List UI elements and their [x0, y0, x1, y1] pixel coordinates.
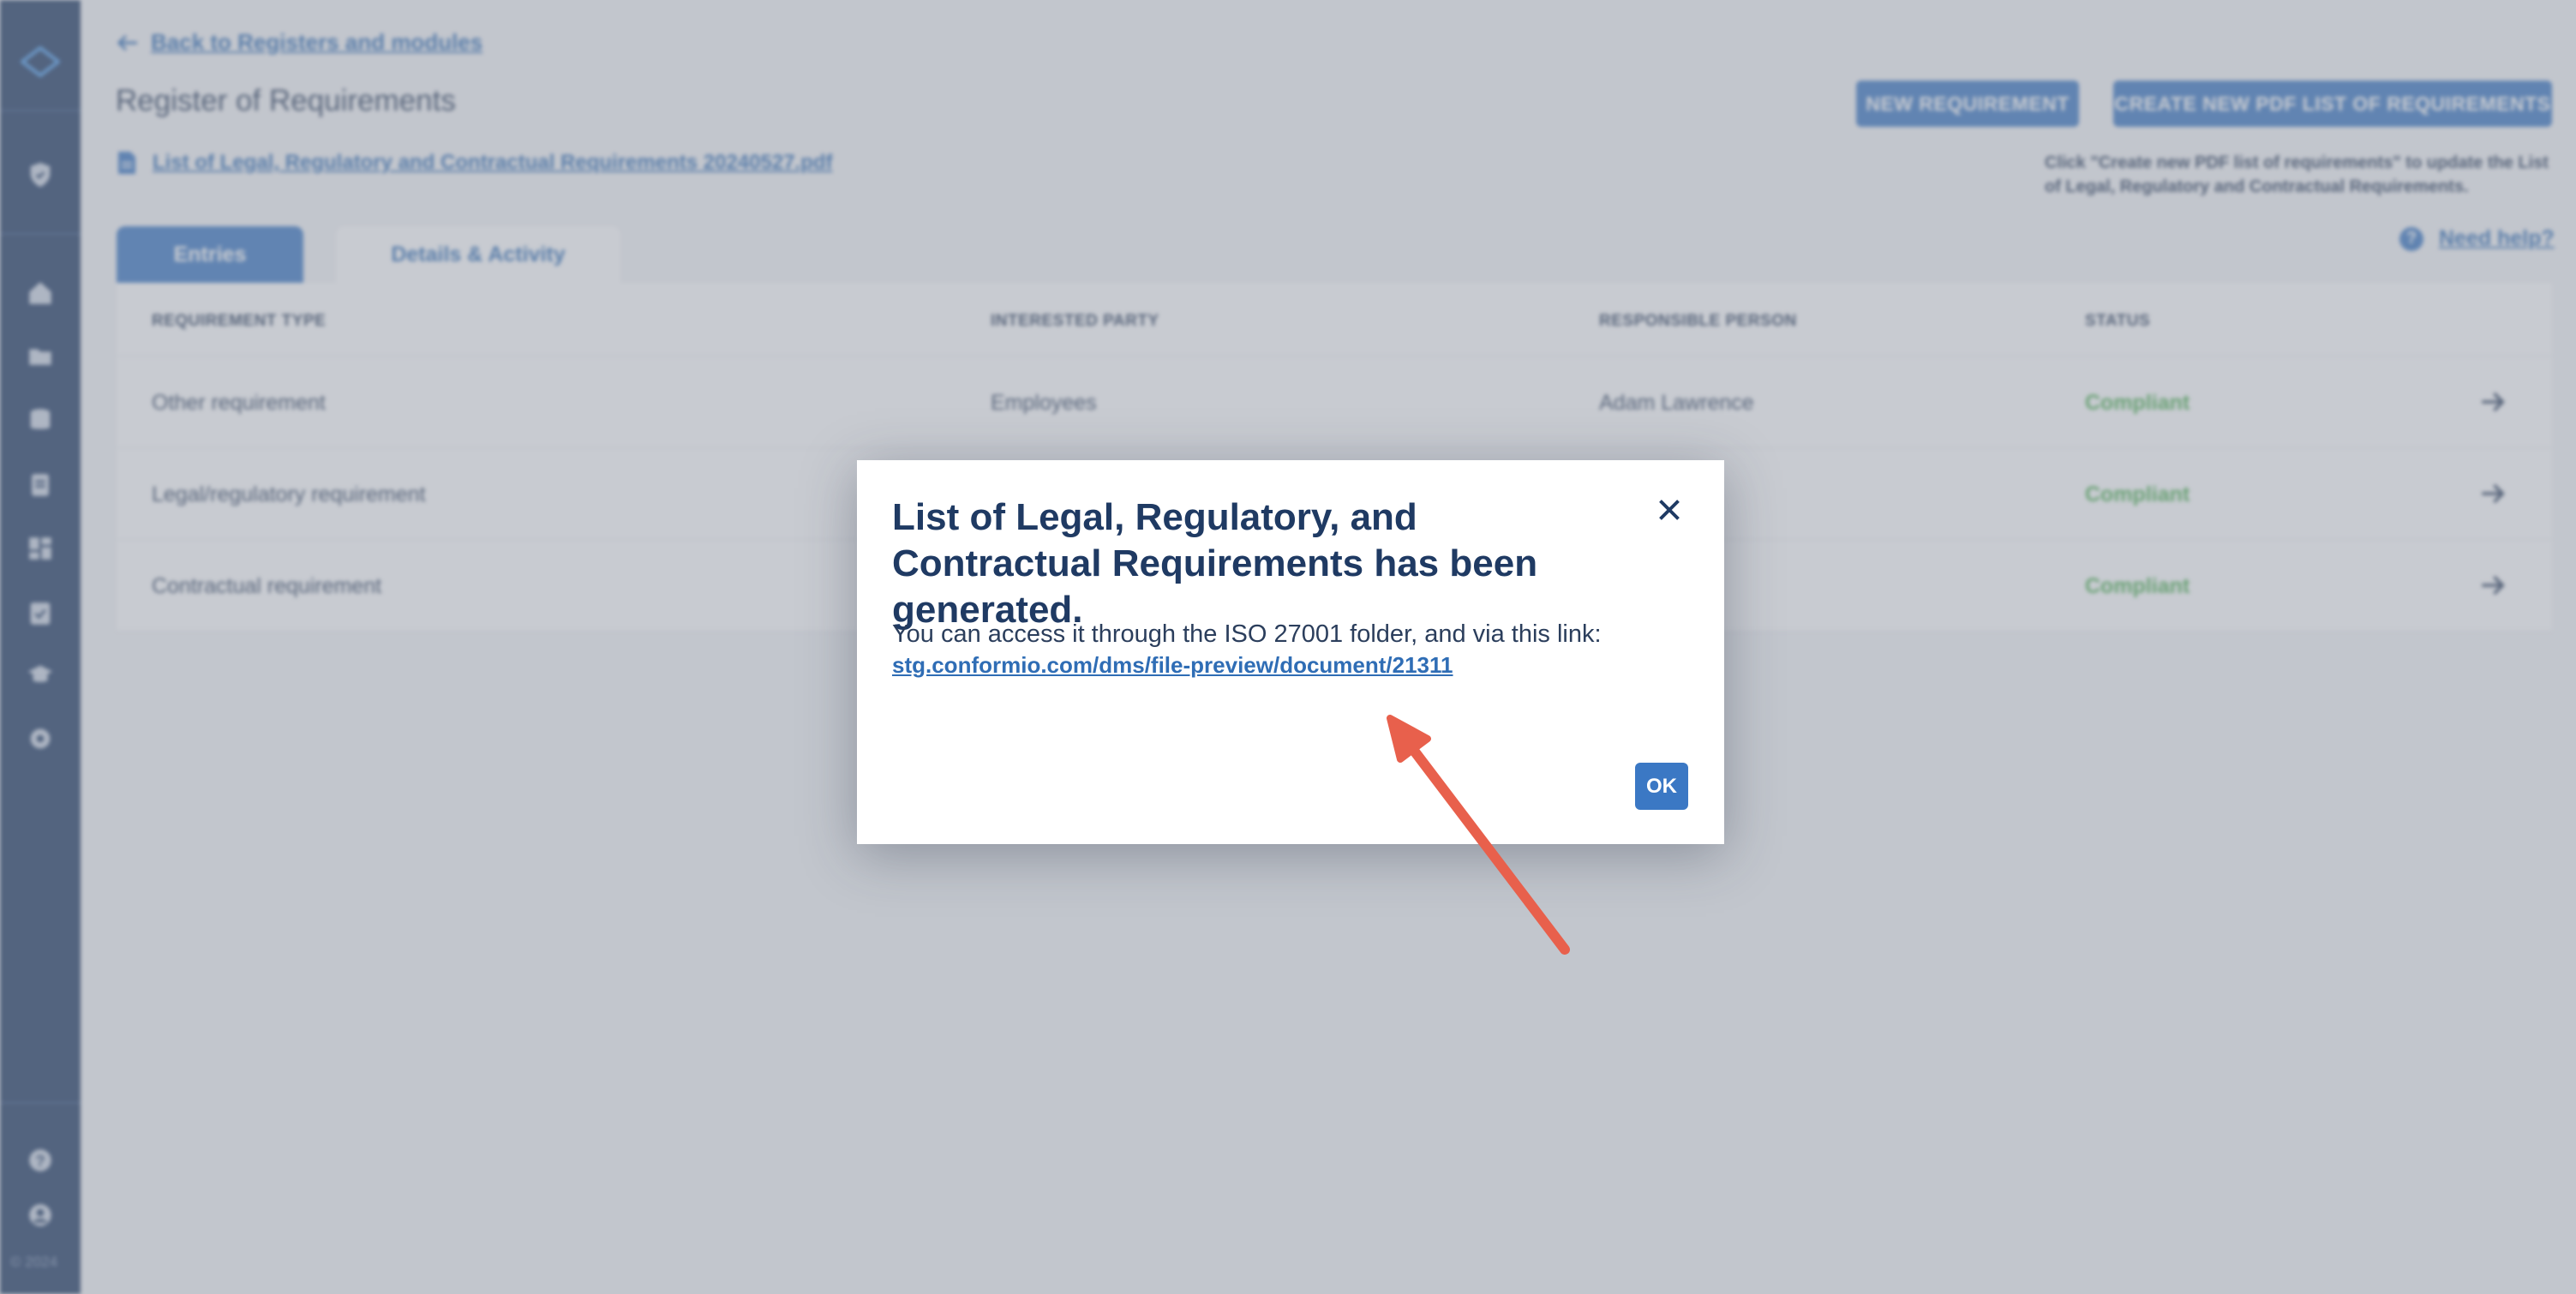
- close-icon[interactable]: [1654, 494, 1685, 525]
- dialog-title: List of Legal, Regulatory, and Contractu…: [892, 496, 1538, 631]
- dialog-body-text: You can access it through the ISO 27001 …: [892, 620, 1602, 648]
- document-link[interactable]: stg.conformio.com/dms/file-preview/docum…: [892, 652, 1453, 679]
- generated-dialog: List of Legal, Regulatory, and Contractu…: [857, 460, 1724, 844]
- ok-button[interactable]: OK: [1635, 763, 1688, 810]
